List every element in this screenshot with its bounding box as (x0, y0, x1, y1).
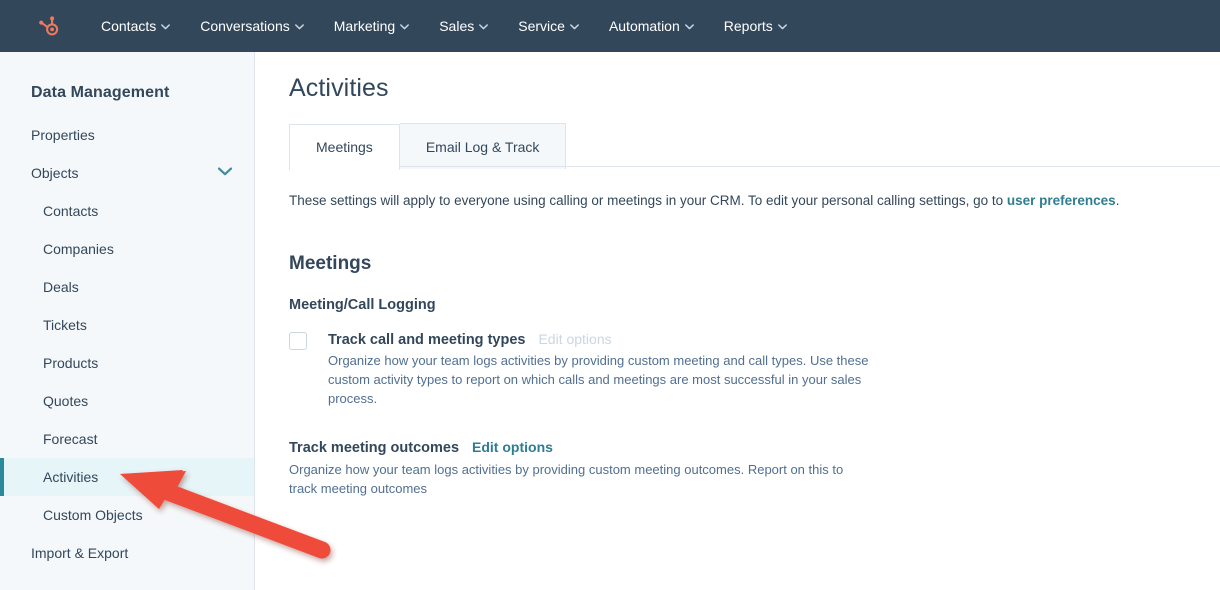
setting-label: Track call and meeting types (328, 332, 526, 349)
section-heading-meetings: Meetings (289, 253, 372, 275)
sidebar-item-label: Objects (31, 165, 79, 181)
nav-item-label: Service (518, 18, 565, 34)
chevron-down-icon (777, 23, 787, 32)
settings-sidebar: Data Management Properties Objects Conta… (0, 52, 255, 590)
nav-item-service[interactable]: Service (503, 12, 594, 40)
chevron-down-icon (400, 23, 410, 32)
sidebar-item-label: Tickets (43, 317, 87, 333)
sidebar-item-import-export[interactable]: Import & Export (0, 534, 254, 572)
nav-item-label: Sales (439, 18, 475, 34)
tab-label: Email Log & Track (425, 138, 540, 155)
sub-heading-meeting-call-logging: Meeting/Call Logging (289, 297, 436, 314)
sidebar-item-products[interactable]: Products (0, 344, 254, 382)
nav-item-automation[interactable]: Automation (594, 12, 709, 40)
sidebar-item-label: Deals (43, 279, 79, 295)
tab-email-log-and-track[interactable]: Email Log & Track (399, 123, 567, 169)
helper-text-after: . (1115, 193, 1120, 208)
edit-options-link-disabled: Edit options (538, 331, 612, 348)
sidebar-item-label: Products (43, 355, 99, 371)
nav-item-sales[interactable]: Sales (424, 12, 503, 40)
nav-item-marketing[interactable]: Marketing (319, 12, 424, 40)
chevron-down-icon (479, 23, 489, 32)
sidebar-item-custom-objects[interactable]: Custom Objects (0, 496, 254, 534)
sidebar-item-activities[interactable]: Activities (0, 458, 254, 496)
setting-label: Track meeting outcomes (289, 439, 460, 456)
setting-description: Organize how your team logs activities b… (328, 353, 869, 406)
sidebar-item-deals[interactable]: Deals (0, 268, 254, 306)
setting-description: Organize how your team logs activities b… (289, 461, 844, 496)
edit-options-link[interactable]: Edit options (472, 439, 553, 455)
chevron-down-icon (569, 23, 579, 32)
sidebar-item-label: Forecast (43, 431, 98, 447)
user-preferences-link[interactable]: user preferences (1007, 193, 1116, 208)
tab-bar: Meetings Email Log & Track (289, 123, 1220, 170)
nav-item-conversations[interactable]: Conversations (185, 12, 319, 40)
sidebar-item-properties[interactable]: Properties (0, 116, 254, 154)
tab-meetings[interactable]: Meetings (289, 124, 400, 170)
main-content: Activities Meetings Email Log & Track Th… (255, 52, 1220, 590)
sidebar-item-objects[interactable]: Objects (0, 154, 254, 192)
chevron-down-icon (684, 23, 694, 32)
setting-body: Track call and meeting types Edit option… (328, 331, 903, 409)
sidebar-item-label: Quotes (43, 393, 89, 409)
tabs-divider (289, 166, 1220, 167)
sidebar-item-label: Companies (43, 241, 114, 257)
sidebar-item-forecast[interactable]: Forecast (0, 420, 254, 458)
sidebar-item-contacts[interactable]: Contacts (0, 192, 254, 230)
setting-label-row: Track meeting outcomes Edit options (289, 439, 1220, 456)
top-navigation-bar: Contacts Conversations Marketing Sales S… (0, 0, 1220, 52)
sidebar-item-label: Import & Export (31, 545, 129, 561)
setting-track-call-and-meeting-types: Track call and meeting types Edit option… (289, 331, 1220, 409)
chevron-down-icon[interactable] (217, 167, 233, 179)
track-call-and-meeting-types-checkbox[interactable] (289, 332, 307, 351)
chevron-down-icon (161, 23, 171, 32)
page-title: Activities (289, 74, 389, 102)
chevron-down-icon (294, 23, 304, 32)
settings-scope-description: These settings will apply to everyone us… (289, 191, 1220, 211)
sidebar-item-companies[interactable]: Companies (0, 230, 254, 268)
sidebar-item-label: Activities (43, 469, 99, 485)
sidebar-heading: Data Management (31, 84, 170, 101)
helper-text-before: These settings will apply to everyone us… (289, 193, 1007, 208)
tab-label: Meetings (316, 139, 373, 155)
sidebar-item-tickets[interactable]: Tickets (0, 306, 254, 344)
sidebar-item-label: Properties (31, 127, 95, 143)
hubspot-sprocket-logo-icon[interactable] (36, 13, 62, 39)
nav-item-reports[interactable]: Reports (709, 12, 802, 40)
setting-track-meeting-outcomes: Track meeting outcomes Edit options Orga… (289, 439, 1220, 499)
nav-item-label: Automation (608, 18, 680, 34)
sidebar-item-quotes[interactable]: Quotes (0, 382, 254, 420)
nav-item-label: Contacts (101, 18, 157, 34)
nav-item-contacts[interactable]: Contacts (86, 12, 185, 40)
primary-nav-items: Contacts Conversations Marketing Sales S… (86, 12, 802, 40)
sidebar-nav-list: Properties Objects Contacts Companies De… (0, 102, 254, 572)
sidebar-item-label: Contacts (43, 203, 99, 219)
sidebar-item-label: Custom Objects (43, 507, 143, 523)
setting-label-row: Track call and meeting types Edit option… (328, 331, 903, 348)
nav-item-label: Conversations (200, 18, 290, 34)
nav-item-label: Reports (723, 18, 773, 34)
nav-item-label: Marketing (333, 18, 396, 34)
